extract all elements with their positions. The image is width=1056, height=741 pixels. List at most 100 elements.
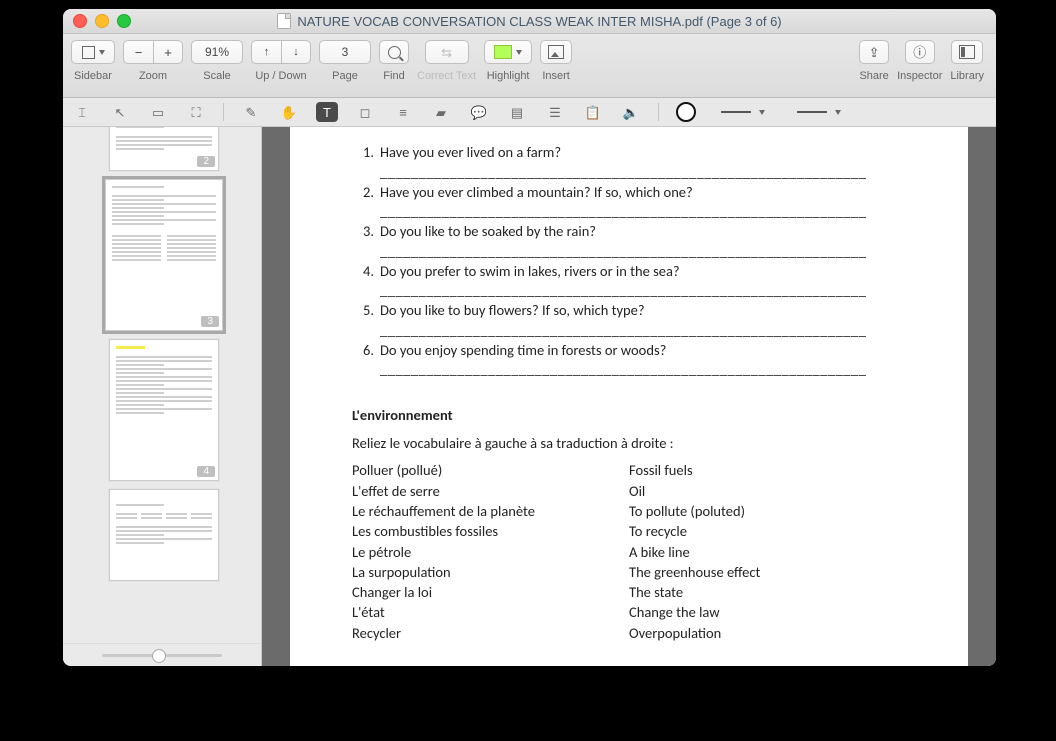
question-item: 5. Do you like to buy flowers? If so, wh… [352, 301, 906, 321]
insert-button[interactable] [540, 40, 572, 64]
page-field[interactable]: 3 [319, 40, 371, 64]
speech-icon: 💬 [471, 106, 487, 119]
page-label: Page [332, 70, 358, 82]
pencil-icon: ✎ [246, 106, 257, 119]
highlight-label: Highlight [487, 70, 530, 82]
textstyle-tool[interactable]: ≡ [392, 102, 414, 122]
list-icon: ☰ [549, 106, 561, 119]
vocab-term: Le pétrole [352, 542, 629, 562]
question-item: 2. Have you ever climbed a mountain? If … [352, 183, 906, 203]
inspector-button[interactable]: ⓘ [905, 40, 935, 64]
vocab-term: To pollute (poluted) [629, 501, 906, 521]
vocab-term: To recycle [629, 521, 906, 541]
find-button[interactable] [379, 40, 409, 64]
vocab-term: La surpopulation [352, 562, 629, 582]
area-select-tool[interactable]: ▭ [147, 102, 169, 122]
question-number: 3. [352, 222, 374, 242]
vocab-term: Recycler [352, 623, 629, 643]
form-tool[interactable]: ▤ [506, 102, 528, 122]
highlight-button[interactable] [484, 40, 532, 64]
line-icon [721, 111, 751, 113]
vocab-term: Les combustibles fossiles [352, 521, 629, 541]
pan-tool[interactable]: ✋ [278, 102, 300, 122]
line-end-picker[interactable] [789, 102, 849, 122]
share-label: Share [859, 70, 888, 82]
vocab-term: Fossil fuels [629, 460, 906, 480]
vocab-term: Changer la loi [352, 582, 629, 602]
insert-label: Insert [542, 70, 570, 82]
thumbnail-size-slider[interactable] [63, 643, 261, 666]
document-viewport[interactable]: 1. Have you ever lived on a farm? ______… [262, 127, 996, 666]
zoom-in-button[interactable]: + [153, 40, 183, 64]
line-width-picker[interactable] [713, 102, 773, 122]
question-list: 1. Have you ever lived on a farm? ______… [352, 143, 906, 378]
search-icon [388, 46, 401, 59]
sidebar-icon [82, 46, 95, 59]
question-text: Do you like to buy flowers? If so, which… [380, 301, 645, 321]
arrow-down-icon: ↓ [293, 47, 299, 58]
hand-icon: ✋ [281, 106, 297, 119]
sound-tool[interactable]: 🔈 [620, 102, 642, 122]
vocab-term: L'effet de serre [352, 481, 629, 501]
thumbnail-page-number: 2 [197, 156, 215, 167]
answer-line: ________________________________________… [380, 242, 906, 260]
question-number: 1. [352, 143, 374, 163]
text-cursor-icon: ⌶ [78, 106, 86, 119]
stroke-color[interactable] [675, 102, 697, 122]
image-icon [548, 45, 564, 59]
list-tool[interactable]: ☰ [544, 102, 566, 122]
library-label: Library [950, 70, 984, 82]
pointer-tool[interactable]: ↖ [109, 102, 131, 122]
pencil-tool[interactable]: ✎ [240, 102, 262, 122]
app-window: NATURE VOCAB CONVERSATION CLASS WEAK INT… [63, 9, 996, 666]
page-down-button[interactable]: ↓ [281, 40, 311, 64]
circle-icon [676, 102, 696, 122]
question-item: 4. Do you prefer to swim in lakes, river… [352, 262, 906, 282]
question-item: 3. Do you like to be soaked by the rain? [352, 222, 906, 242]
question-item: 6. Do you enjoy spending time in forests… [352, 341, 906, 361]
page-thumbnail[interactable]: 4 [109, 339, 219, 481]
text-select-tool[interactable]: ⌶ [71, 102, 93, 122]
vocab-term: Change the law [629, 602, 906, 622]
vocab-term: Le réchauffement de la planète [352, 501, 629, 521]
text-tool[interactable]: T [316, 102, 338, 122]
thumbnail-page-number: 4 [197, 466, 215, 477]
shape-tool[interactable]: ◻ [354, 102, 376, 122]
scale-field[interactable]: 91% [191, 40, 243, 64]
share-button[interactable]: ⇪ [859, 40, 889, 64]
correct-text-button[interactable]: ⇆ [425, 40, 469, 64]
answer-line: ________________________________________… [380, 281, 906, 299]
clipboard-tool[interactable]: 📋 [582, 102, 604, 122]
info-icon: ⓘ [913, 46, 926, 59]
thumbnail-sidebar: 2 [63, 127, 262, 666]
annotation-toolbar: ⌶ ↖ ▭ ⛶ ✎ ✋ T ◻ ≡ ▰ 💬 ▤ ☰ 📋 🔈 [63, 98, 996, 127]
zoom-label: Zoom [139, 70, 167, 82]
window-title: NATURE VOCAB CONVERSATION CLASS WEAK INT… [63, 13, 996, 29]
form-icon: ▤ [511, 106, 523, 119]
line-icon [797, 111, 827, 113]
vocab-term: Polluer (pollué) [352, 460, 629, 480]
page-up-button[interactable]: ↑ [251, 40, 281, 64]
crop-tool[interactable]: ⛶ [185, 102, 207, 122]
page-thumbnail[interactable] [109, 489, 219, 581]
find-label: Find [383, 70, 404, 82]
library-button[interactable] [951, 40, 983, 64]
sidebar-toggle[interactable] [71, 40, 115, 64]
page-thumbnail[interactable]: 2 [109, 127, 219, 171]
question-item: 1. Have you ever lived on a farm? [352, 143, 906, 163]
page-value: 3 [342, 45, 349, 59]
question-text: Do you prefer to swim in lakes, rivers o… [380, 262, 680, 282]
sound-icon: 🔈 [623, 106, 639, 119]
highlight-swatch-icon [494, 45, 512, 59]
vocab-term: The greenhouse effect [629, 562, 906, 582]
question-text: Do you like to be soaked by the rain? [380, 222, 596, 242]
library-icon [959, 45, 975, 59]
thumbnail-list: 2 [63, 127, 261, 643]
page-thumbnail[interactable]: 3 [105, 179, 223, 331]
highlighter-tool[interactable]: ▰ [430, 102, 452, 122]
note-tool[interactable]: 💬 [468, 102, 490, 122]
updown-label: Up / Down [255, 70, 306, 82]
vocab-term: The state [629, 582, 906, 602]
zoom-out-button[interactable]: − [123, 40, 153, 64]
chevron-down-icon [759, 110, 765, 115]
